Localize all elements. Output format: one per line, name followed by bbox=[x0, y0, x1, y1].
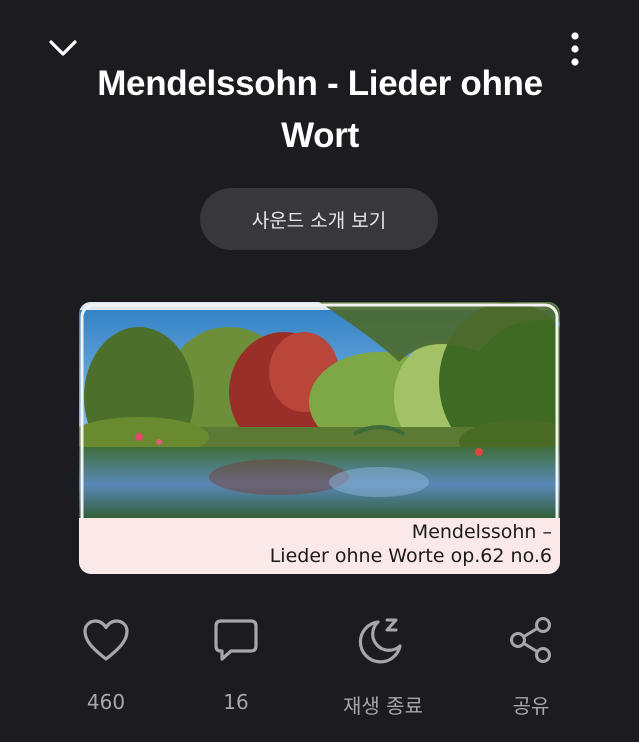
thumbnail-caption-line2: Lieder ohne Worte op.62 no.6 bbox=[269, 545, 552, 567]
moon-sleep-icon bbox=[358, 618, 402, 664]
share-button[interactable]: 공유 bbox=[476, 612, 586, 720]
player-screen: Mendelssohn - Lieder ohne Wort 사운드 소개 보기 bbox=[0, 0, 639, 742]
comment-button[interactable]: 16 bbox=[181, 612, 291, 720]
comment-count: 16 bbox=[223, 690, 249, 714]
like-count: 460 bbox=[86, 690, 126, 714]
track-thumbnail: Mendelssohn – Lieder ohne Worte op.62 no… bbox=[79, 302, 560, 574]
track-title: Mendelssohn - Lieder ohne Wort bbox=[97, 64, 543, 155]
sound-intro-button[interactable]: 사운드 소개 보기 bbox=[200, 188, 438, 250]
heart-icon bbox=[83, 619, 129, 661]
chevron-down-icon bbox=[49, 40, 77, 56]
sleep-timer-button[interactable]: 재생 종료 bbox=[328, 612, 438, 720]
share-icon bbox=[510, 617, 551, 663]
comment-icon bbox=[214, 619, 258, 661]
thumbnail-caption-line1: Mendelssohn – bbox=[411, 521, 552, 543]
like-button[interactable]: 460 bbox=[51, 612, 161, 720]
share-label: 공유 bbox=[512, 694, 550, 718]
sleep-timer-label: 재생 종료 bbox=[343, 694, 423, 718]
action-bar: 460 16 재생 종료 공유 bbox=[0, 612, 639, 722]
